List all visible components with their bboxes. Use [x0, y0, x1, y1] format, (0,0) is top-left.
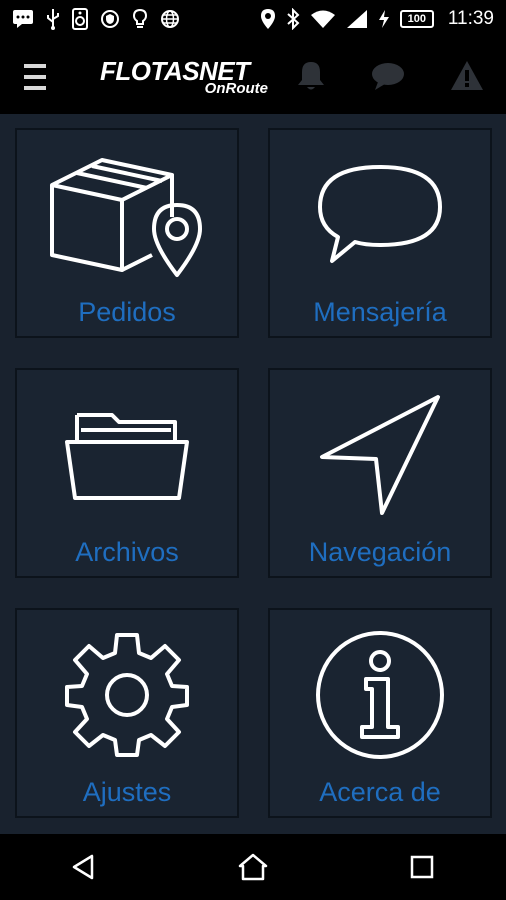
home-icon[interactable]	[223, 842, 283, 892]
app-logo: FLOTASNET OnRoute	[100, 56, 272, 100]
navigation-arrow-icon	[270, 380, 490, 530]
globe-icon	[160, 9, 180, 29]
gear-icon	[17, 620, 237, 770]
clock: 11:39	[447, 8, 494, 29]
tile-ajustes[interactable]: Ajustes	[15, 608, 239, 818]
menu-icon[interactable]	[24, 64, 46, 90]
main-menu: Pedidos Mensajería Archivos Navegación A…	[0, 114, 506, 834]
logo-sub-text: OnRoute	[204, 80, 268, 97]
back-icon[interactable]	[54, 842, 114, 892]
charging-icon	[378, 9, 390, 29]
usb-icon	[46, 8, 60, 30]
shield-icon	[100, 9, 120, 29]
battery-indicator: 100	[399, 10, 434, 28]
message-icon	[12, 9, 34, 29]
status-bar: 100 11:39	[0, 0, 506, 38]
notification-icons	[12, 8, 180, 30]
warning-icon[interactable]	[449, 58, 485, 94]
info-icon	[270, 620, 490, 770]
system-nav-bar	[0, 834, 506, 900]
tile-acerca-de[interactable]: Acerca de	[268, 608, 492, 818]
tile-label: Navegación	[308, 537, 452, 567]
wifi-icon	[310, 9, 336, 29]
system-icons: 100 11:39	[260, 8, 494, 30]
speech-bubble-icon	[270, 140, 490, 290]
package-location-icon	[17, 140, 237, 290]
bluetooth-icon	[286, 8, 300, 30]
bell-icon[interactable]	[293, 58, 329, 94]
tile-label: Archivos	[75, 537, 179, 567]
tile-label: Pedidos	[78, 297, 176, 327]
tile-navegacion[interactable]: Navegación	[268, 368, 492, 578]
tile-archivos[interactable]: Archivos	[15, 368, 239, 578]
tile-label: Mensajería	[313, 297, 447, 327]
recents-icon[interactable]	[392, 842, 452, 892]
signal-icon	[346, 9, 368, 29]
bulb-icon	[132, 8, 148, 30]
speaker-icon	[72, 8, 88, 30]
chat-icon[interactable]	[370, 58, 406, 94]
tile-label: Ajustes	[82, 777, 172, 807]
tile-mensajeria[interactable]: Mensajería	[268, 128, 492, 338]
tile-pedidos[interactable]: Pedidos	[15, 128, 239, 338]
tile-label: Acerca de	[319, 777, 441, 807]
app-bar: FLOTASNET OnRoute	[0, 38, 506, 114]
location-icon	[260, 8, 276, 30]
folder-icon	[17, 380, 237, 530]
